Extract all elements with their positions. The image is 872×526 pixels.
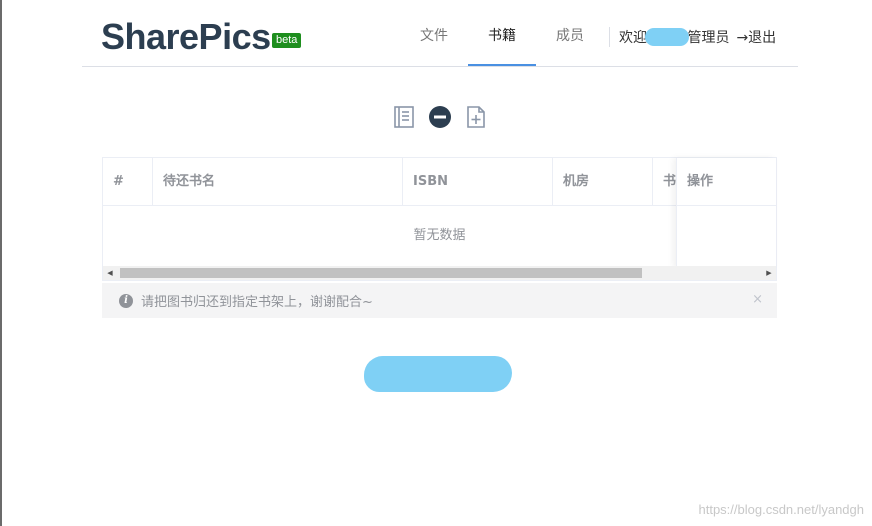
redacted-blob xyxy=(364,356,512,392)
fixed-action-column: 操作 xyxy=(676,158,776,268)
minus-circle-icon[interactable] xyxy=(428,105,452,129)
col-isbn: ISBN xyxy=(403,158,553,206)
logout-link[interactable]: →退出 xyxy=(736,27,776,47)
col-book-title: 待还书名 xyxy=(153,158,403,206)
nav-item-books[interactable]: 书籍 xyxy=(468,0,536,66)
add-file-icon[interactable] xyxy=(464,105,488,129)
info-alert: i 请把图书归还到指定书架上，谢谢配合~ × xyxy=(102,283,777,318)
watermark: https://blog.csdn.net/lyandgh xyxy=(698,502,864,517)
info-icon: i xyxy=(119,293,133,308)
nav-item-files[interactable]: 文件 xyxy=(400,0,468,66)
nav-item-members[interactable]: 成员 xyxy=(536,0,604,66)
book-list-icon[interactable] xyxy=(392,105,416,129)
horizontal-scrollbar[interactable]: ◀ ▶ xyxy=(103,266,776,280)
col-actions: 操作 xyxy=(677,158,776,206)
brand-logo[interactable]: SharePics xyxy=(101,16,271,58)
alert-message: 请把图书归还到指定书架上，谢谢配合~ xyxy=(141,295,373,310)
main-nav: 文件 书籍 成员 xyxy=(400,0,604,66)
scroll-right-arrow-icon[interactable]: ▶ xyxy=(762,266,776,280)
col-index: # xyxy=(103,158,153,206)
col-room: 机房 xyxy=(553,158,653,206)
scroll-left-arrow-icon[interactable]: ◀ xyxy=(103,266,117,280)
top-header: SharePics beta 文件 书籍 成员 欢迎, 管理员 →退出 xyxy=(82,0,798,67)
window-left-border xyxy=(0,0,2,526)
beta-badge: beta xyxy=(272,33,302,48)
table-toolbar xyxy=(392,105,488,129)
scroll-thumb[interactable] xyxy=(120,268,642,278)
borrowed-books-table: # 待还书名 ISBN 机房 书 暂无数据 操作 ◀ ▶ xyxy=(102,157,777,281)
redacted-username xyxy=(645,28,690,46)
alert-close-icon[interactable]: × xyxy=(752,292,763,307)
user-role: 管理员 xyxy=(687,30,730,46)
user-area: 欢迎, 管理员 →退出 xyxy=(609,27,776,47)
